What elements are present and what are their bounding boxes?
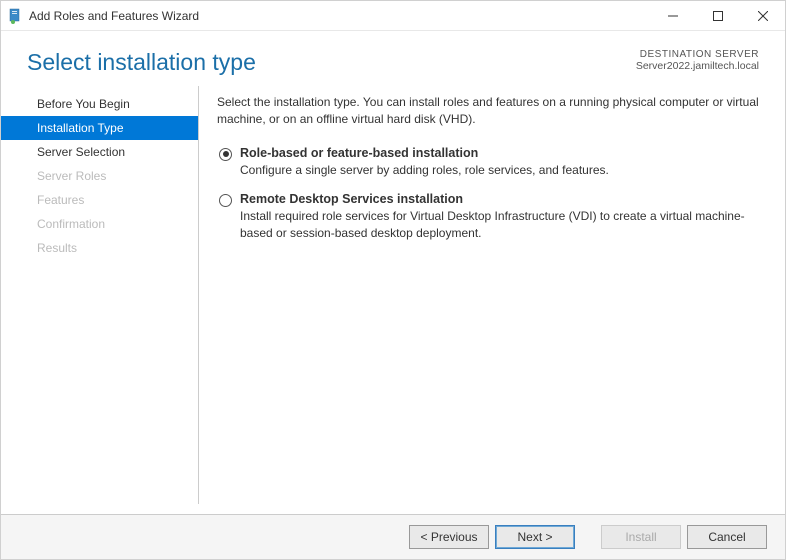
radio-option-role-based[interactable]: Role-based or feature-based installation… [219,146,759,179]
maximize-button[interactable] [695,1,740,30]
window-title: Add Roles and Features Wizard [29,9,650,23]
intro-text: Select the installation type. You can in… [217,94,759,128]
installation-type-radio-group: Role-based or feature-based installation… [219,146,759,242]
page-title: Select installation type [27,49,256,76]
button-bar: < Previous Next > Install Cancel [1,514,785,559]
radio-label: Role-based or feature-based installation [240,146,759,160]
sidebar-item-results: Results [1,236,198,260]
sidebar-item-server-selection[interactable]: Server Selection [1,140,198,164]
titlebar: Add Roles and Features Wizard [1,1,785,31]
wizard-window: Add Roles and Features Wizard Select ins… [0,0,786,560]
button-gap [581,525,595,549]
header: Select installation type DESTINATION SER… [1,31,785,86]
next-button[interactable]: Next > [495,525,575,549]
wizard-steps-sidebar: Before You Begin Installation Type Serve… [1,86,199,504]
previous-button[interactable]: < Previous [409,525,489,549]
destination-server-label: DESTINATION SERVER [636,49,759,60]
close-button[interactable] [740,1,785,30]
radio-label: Remote Desktop Services installation [240,192,759,206]
install-button: Install [601,525,681,549]
server-manager-icon [7,8,23,24]
body: Before You Begin Installation Type Serve… [1,86,785,514]
radio-description: Configure a single server by adding role… [240,162,759,179]
radio-description: Install required role services for Virtu… [240,208,759,242]
sidebar-item-features: Features [1,188,198,212]
sidebar-item-installation-type[interactable]: Installation Type [1,116,198,140]
window-controls [650,1,785,30]
radio-text: Role-based or feature-based installation… [240,146,759,179]
cancel-button[interactable]: Cancel [687,525,767,549]
radio-icon[interactable] [219,148,232,161]
minimize-button[interactable] [650,1,695,30]
main-content: Select the installation type. You can in… [199,86,785,514]
destination-server-name: Server2022.jamiltech.local [636,60,759,72]
radio-text: Remote Desktop Services installation Ins… [240,192,759,242]
radio-icon[interactable] [219,194,232,207]
radio-option-rds[interactable]: Remote Desktop Services installation Ins… [219,192,759,242]
destination-server-block: DESTINATION SERVER Server2022.jamiltech.… [636,49,759,72]
sidebar-item-server-roles: Server Roles [1,164,198,188]
sidebar-item-before-you-begin[interactable]: Before You Begin [1,92,198,116]
sidebar-item-confirmation: Confirmation [1,212,198,236]
